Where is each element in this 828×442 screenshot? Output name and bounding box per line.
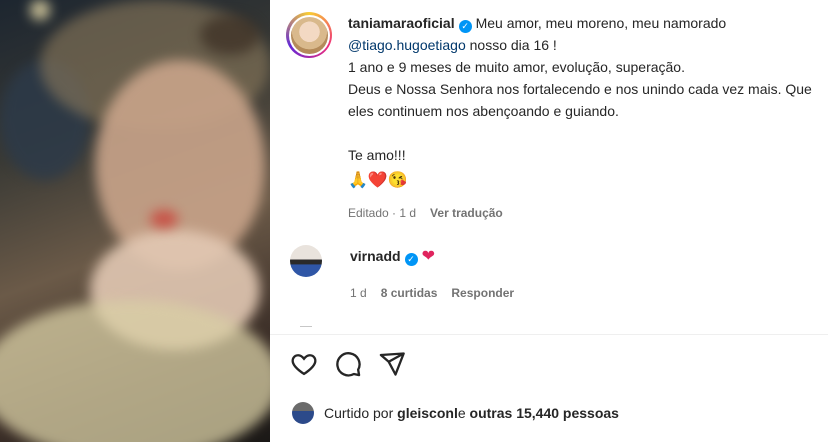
caption-line-2: nosso dia 16 !: [465, 37, 557, 53]
commenter-avatar[interactable]: [290, 245, 322, 277]
media-lips: [150, 210, 178, 228]
edited-label: Editado · 1 d: [348, 206, 417, 220]
commenter-username[interactable]: virnadd: [350, 248, 401, 264]
action-bar: [290, 350, 406, 378]
likes-prefix: Curtido por: [324, 405, 394, 421]
media-jacket: [0, 300, 270, 442]
view-replies-line: [300, 326, 312, 327]
media-light: [30, 0, 50, 20]
caption-meta: Editado · 1 d Ver tradução: [348, 202, 816, 224]
likes-summary: Curtido por gleisconl e outras 15,440 pe…: [292, 402, 619, 424]
comment-body: virnadd ✓ ❤ 1 d 8 curtidas Responder: [350, 245, 528, 304]
caption-line-4: Deus e Nossa Senhora nos fortalecendo e …: [348, 81, 812, 119]
liker-avatar[interactable]: [292, 402, 314, 424]
caption-line-5: Te amo!!!: [348, 147, 406, 163]
verified-badge-icon: ✓: [458, 20, 472, 33]
likes-middle: e: [457, 405, 466, 421]
see-translation-button[interactable]: Ver tradução: [430, 206, 503, 220]
comment: virnadd ✓ ❤ 1 d 8 curtidas Responder: [290, 245, 528, 304]
mention-link[interactable]: @tiago.hugoetiago: [348, 37, 466, 53]
liker-username[interactable]: gleisconl: [397, 405, 458, 421]
caption-emojis: 🙏❤️😘: [348, 172, 408, 189]
likes-others-button[interactable]: outras 15,440 pessoas: [470, 405, 619, 421]
section-divider: [270, 334, 828, 335]
author-avatar[interactable]: [286, 12, 332, 58]
author-username[interactable]: taniamaraoficial: [348, 15, 455, 31]
comment-icon[interactable]: [334, 350, 362, 378]
media-shadow: [200, 15, 260, 55]
caption-text: taniamaraoficial ✓ Meu amor, meu moreno, m…: [348, 12, 816, 224]
comment-time: 1 d: [350, 286, 367, 300]
share-icon[interactable]: [378, 350, 406, 378]
caption: taniamaraoficial ✓ Meu amor, meu moreno, m…: [286, 12, 816, 224]
comment-heart-emoji: ❤: [421, 248, 435, 265]
caption-line-3: 1 ano e 9 meses de muito amor, evolução,…: [348, 59, 685, 75]
heart-icon[interactable]: [290, 350, 318, 378]
post-media[interactable]: [0, 0, 270, 442]
caption-line-1: Meu amor, meu moreno, meu namorado: [475, 15, 727, 31]
comment-likes-button[interactable]: 8 curtidas: [381, 286, 438, 300]
post-panel: taniamaraoficial ✓ Meu amor, meu moreno, m…: [270, 0, 828, 442]
verified-badge-icon: ✓: [404, 253, 418, 266]
comment-meta: 1 d 8 curtidas Responder: [350, 282, 528, 304]
reply-button[interactable]: Responder: [451, 286, 514, 300]
